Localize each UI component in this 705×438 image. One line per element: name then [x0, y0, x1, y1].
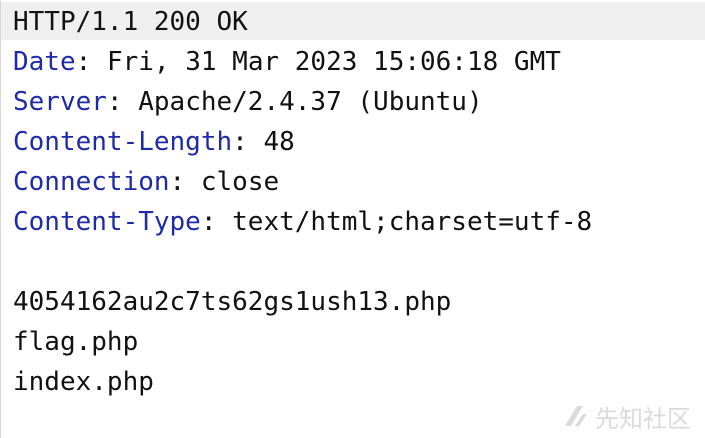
header-line-content-type: Content-Type: text/html;charset=utf-8: [13, 207, 593, 237]
header-line-server: Server: Apache/2.4.37 (Ubuntu): [13, 87, 483, 117]
header-key: Connection: [13, 167, 170, 197]
header-value: text/html;charset=utf-8: [232, 207, 593, 237]
watermark-text: 先知社区: [595, 404, 691, 433]
header-key: Date: [13, 47, 76, 77]
watermark: 先知社区: [561, 400, 691, 433]
status-line: HTTP/1.1 200 OK: [13, 7, 248, 37]
header-line-content-length: Content-Length: 48: [13, 127, 295, 157]
response-viewer: HTTP/1.1 200 OK Date: Fri, 31 Mar 2023 1…: [0, 0, 705, 438]
body-line: 4054162au2c7ts62gs1ush13.php: [13, 287, 452, 317]
header-key: Content-Type: [13, 207, 201, 237]
header-key: Content-Length: [13, 127, 233, 157]
header-line-date: Date: Fri, 31 Mar 2023 15:06:18 GMT: [13, 47, 561, 77]
header-value: Apache/2.4.37 (Ubuntu): [138, 87, 483, 117]
header-key: Server: [13, 87, 107, 117]
header-value: close: [200, 167, 280, 197]
xianzhi-logo-icon: [565, 406, 587, 426]
header-value: 48: [263, 127, 295, 157]
body-line: flag.php: [13, 327, 139, 357]
header-value: Fri, 31 Mar 2023 15:06:18 GMT: [106, 47, 561, 77]
header-line-connection: Connection: close: [13, 167, 280, 197]
body-line: index.php: [13, 367, 154, 397]
